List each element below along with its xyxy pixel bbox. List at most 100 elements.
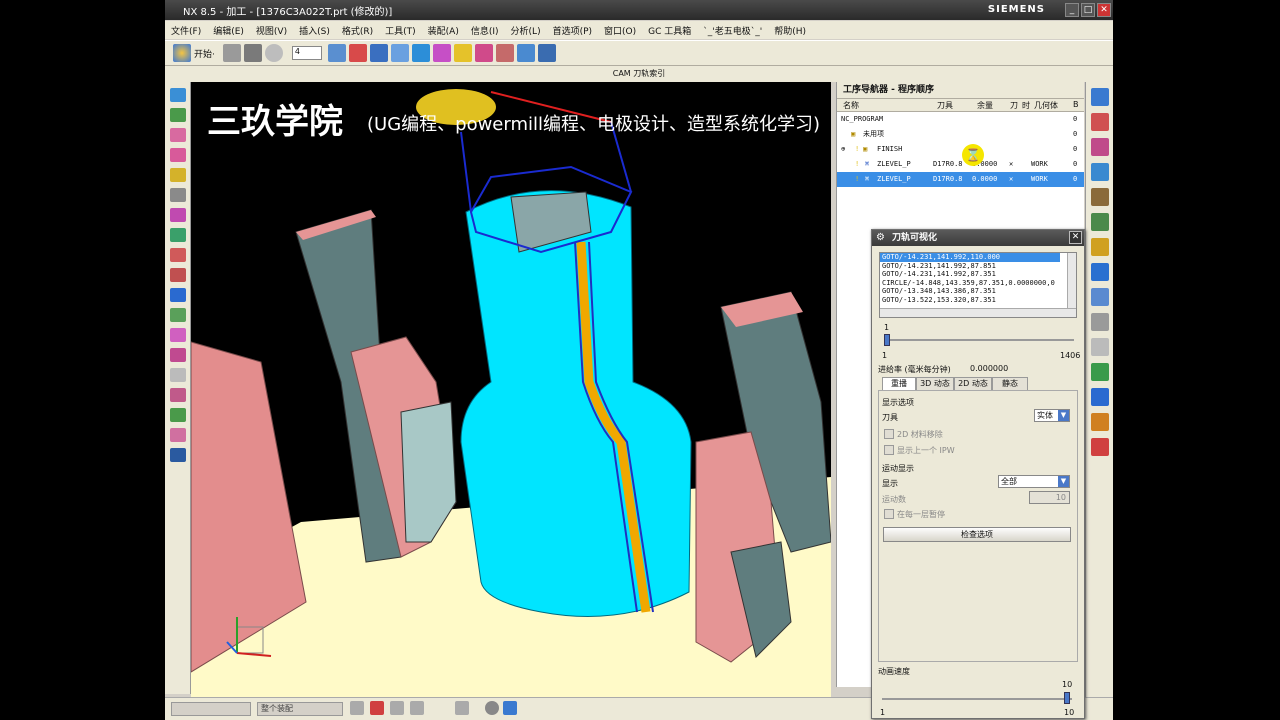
save-icon[interactable]	[243, 44, 262, 62]
menu-file[interactable]: 文件(F)	[171, 24, 201, 37]
generate-icon[interactable]	[453, 44, 472, 62]
create-operation-icon[interactable]	[170, 168, 186, 182]
system-materials-icon[interactable]	[1091, 288, 1109, 306]
tab-static[interactable]: 静态	[992, 377, 1028, 391]
palette-icon[interactable]	[1091, 338, 1109, 356]
layer-combo[interactable]: 4	[291, 46, 322, 60]
close-button[interactable]: ✕	[1097, 3, 1111, 17]
operation-icon[interactable]	[390, 44, 409, 62]
col-geometry[interactable]: 几何体	[1034, 100, 1058, 111]
goto-line[interactable]: CIRCLE/-14.848,143.359,87.351,0.0000000,…	[880, 279, 1076, 288]
create-tool-icon[interactable]	[411, 44, 430, 62]
snap-icon[interactable]	[350, 701, 364, 715]
simulate-icon[interactable]	[170, 408, 186, 422]
menu-electrode[interactable]: `_'老五电极`_'	[703, 24, 762, 37]
history-icon[interactable]	[1091, 263, 1109, 281]
menu-info[interactable]: 信息(I)	[471, 24, 499, 37]
list-scrollbar[interactable]	[1067, 253, 1076, 309]
select-box-icon[interactable]	[455, 701, 469, 715]
list-hscrollbar[interactable]	[880, 308, 1076, 317]
create-method-icon[interactable]	[170, 148, 186, 162]
cube-icon[interactable]	[369, 44, 388, 62]
hd3d-icon[interactable]	[1091, 213, 1109, 231]
method-view-icon[interactable]	[170, 268, 186, 282]
goto-line[interactable]: GOTO/-13.522,153.320,87.351	[880, 296, 1076, 305]
anim-speed-thumb[interactable]	[1064, 692, 1070, 704]
part-nav-icon[interactable]	[1091, 138, 1109, 156]
face-icon[interactable]	[410, 701, 424, 715]
menu-help[interactable]: 帮助(H)	[774, 24, 806, 37]
create-tool-icon-left[interactable]	[170, 108, 186, 122]
create-program-icon[interactable]	[170, 88, 186, 102]
maximize-button[interactable]: □	[1081, 3, 1095, 17]
goto-line[interactable]: GOTO/-13.348,143.386,87.351	[880, 287, 1076, 296]
show-previous-ipw-checkbox[interactable]	[884, 445, 894, 455]
start-icon[interactable]	[173, 44, 191, 62]
body-select-icon[interactable]	[503, 701, 517, 715]
gouge-check-icon[interactable]	[170, 328, 186, 342]
gear-icon[interactable]: ⚙	[876, 232, 885, 244]
goto-list[interactable]: GOTO/-14.231,141.992,110.000 GOTO/-14.23…	[879, 252, 1077, 318]
motion-count-input[interactable]: 10	[1029, 491, 1070, 504]
selection-filter[interactable]	[171, 702, 251, 716]
tool-display-select[interactable]: 实体 ▼	[1034, 409, 1070, 422]
col-tool-change[interactable]: 刀	[1010, 100, 1018, 111]
col-b[interactable]: B	[1073, 100, 1079, 109]
nav-row-zlevel-1[interactable]: ! ⌘ ZLEVEL_P D17R0.8 0.0000 ✕ WORK 0	[837, 157, 1084, 172]
machine-view-icon[interactable]	[170, 228, 186, 242]
tab-2d-dynamic[interactable]: 2D 动态	[954, 377, 992, 391]
blank-icon[interactable]	[170, 368, 186, 382]
postprocess-icon[interactable]	[516, 44, 535, 62]
motion-slider-thumb[interactable]	[884, 334, 890, 346]
col-time[interactable]: 时	[1022, 100, 1030, 111]
col-tool[interactable]: 刀具	[937, 100, 953, 111]
verify-icon[interactable]	[495, 44, 514, 62]
menu-view[interactable]: 视图(V)	[256, 24, 287, 37]
start-button[interactable]: 开始·	[194, 47, 215, 60]
menu-window[interactable]: 窗口(O)	[604, 24, 636, 37]
col-name[interactable]: 名称	[843, 100, 859, 111]
expand-icon[interactable]: ⊕	[841, 142, 845, 157]
program-view-icon[interactable]	[170, 208, 186, 222]
machine-sim-icon[interactable]	[170, 428, 186, 442]
web-browser-icon[interactable]	[1091, 238, 1109, 256]
goto-line[interactable]: GOTO/-14.231,141.992,87.351	[880, 270, 1076, 279]
list-tool-path-icon[interactable]	[170, 348, 186, 362]
geometry-icon[interactable]	[432, 44, 451, 62]
geometry-view-icon[interactable]	[170, 248, 186, 262]
menu-gc-toolbox[interactable]: GC 工具箱	[648, 24, 691, 37]
shade-icon[interactable]	[348, 44, 367, 62]
process-studio-icon[interactable]	[1091, 388, 1109, 406]
operation-nav-icon[interactable]	[1091, 163, 1109, 181]
motion-slider-track[interactable]	[884, 339, 1074, 341]
col-stock[interactable]: 余量	[977, 100, 993, 111]
nav-row-nc-program[interactable]: NC_PROGRAM 0	[837, 112, 1084, 127]
menu-insert[interactable]: 插入(S)	[299, 24, 330, 37]
nav-row-zlevel-2[interactable]: ! ⌘ ZLEVEL_P D17R0.8 0.0000 ✕ WORK 0	[837, 172, 1084, 187]
nc-icon[interactable]	[170, 448, 186, 462]
graphics-viewport[interactable]: 三玖学院 (UG编程、powermill编程、电极设计、造型系统化学习)	[191, 82, 831, 697]
view-icon[interactable]	[327, 44, 346, 62]
properties-icon[interactable]	[170, 188, 186, 202]
clip-art-icon[interactable]	[1091, 438, 1109, 456]
create-geometry-icon[interactable]	[170, 128, 186, 142]
path-icon[interactable]	[170, 308, 186, 322]
display-select[interactable]: 全部 ▼	[998, 475, 1070, 488]
assembly-nav-icon[interactable]	[1091, 88, 1109, 106]
goto-line[interactable]: GOTO/-14.231,141.992,110.000	[880, 253, 1060, 262]
verify-left-icon[interactable]	[170, 388, 186, 402]
ellipse-icon[interactable]	[485, 701, 499, 715]
check-options-button[interactable]: 检查选项	[883, 527, 1071, 542]
menu-edit[interactable]: 编辑(E)	[213, 24, 244, 37]
menu-preferences[interactable]: 首选项(P)	[553, 24, 592, 37]
tab-replay[interactable]: 重播	[882, 377, 916, 391]
goto-line[interactable]: GOTO/-14.231,141.992,87.851	[880, 262, 1076, 271]
menu-assemblies[interactable]: 装配(A)	[428, 24, 459, 37]
manufacturing-wizard-icon[interactable]	[1091, 413, 1109, 431]
assembly-filter[interactable]: 整个装配	[257, 702, 343, 716]
menu-tools[interactable]: 工具(T)	[385, 24, 416, 37]
point-icon[interactable]	[370, 701, 384, 715]
constraint-nav-icon[interactable]	[1091, 113, 1109, 131]
anim-speed-track[interactable]	[882, 698, 1072, 700]
minimize-button[interactable]: _	[1065, 3, 1079, 17]
